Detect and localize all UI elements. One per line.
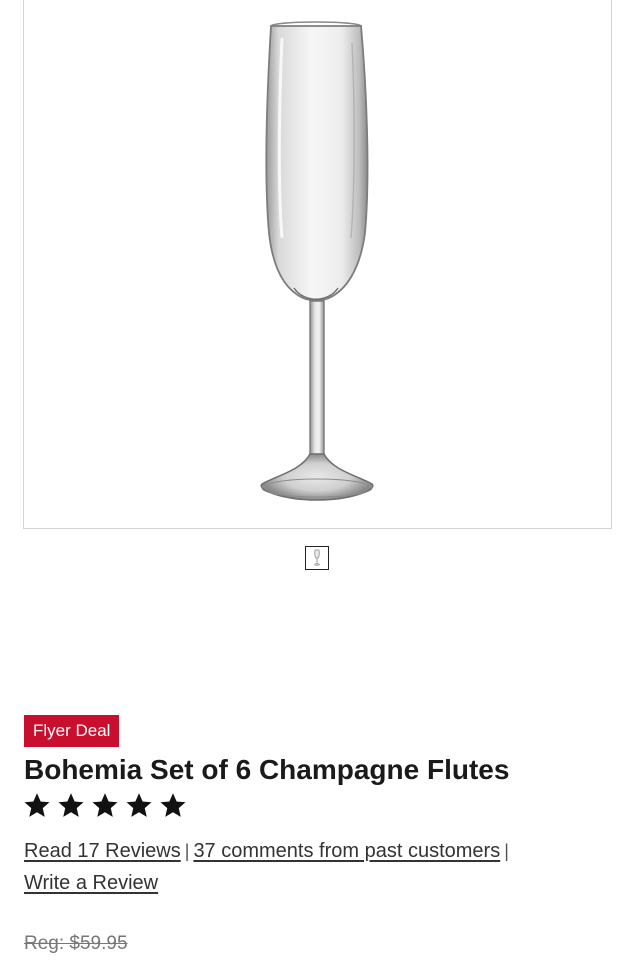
link-separator: | bbox=[504, 841, 509, 861]
champagne-flute-image bbox=[260, 21, 374, 501]
write-review-link[interactable]: Write a Review bbox=[24, 872, 158, 894]
comments-link[interactable]: 37 comments from past customers bbox=[193, 840, 500, 862]
rating-stars[interactable] bbox=[22, 791, 188, 821]
star-icon bbox=[92, 793, 118, 817]
link-separator: | bbox=[184, 841, 190, 861]
star-icon bbox=[126, 793, 152, 817]
read-reviews-link[interactable]: Read 17 Reviews bbox=[24, 840, 181, 862]
thumbnail-1[interactable] bbox=[305, 546, 329, 570]
regular-price: Reg: $59.95 bbox=[24, 933, 128, 954]
star-icon bbox=[58, 793, 84, 817]
star-icon bbox=[24, 793, 50, 817]
champagne-flute-thumbnail-icon bbox=[314, 549, 320, 566]
star-icon bbox=[160, 793, 186, 817]
flyer-deal-badge: Flyer Deal bbox=[24, 715, 120, 747]
product-image-frame[interactable] bbox=[23, 0, 612, 529]
product-title: Bohemia Set of 6 Champagne Flutes bbox=[24, 754, 510, 785]
review-links: Read 17 Reviews | 37 comments from past cu… bbox=[24, 835, 604, 899]
